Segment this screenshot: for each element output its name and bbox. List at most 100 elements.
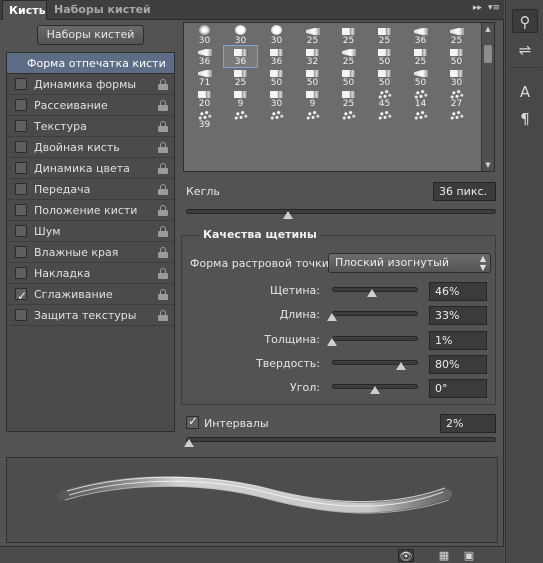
settings-item[interactable]: ✓ Сглаживание	[7, 284, 174, 305]
settings-checkbox[interactable]	[15, 78, 27, 90]
brush-tip-tile[interactable]: 14	[404, 88, 437, 109]
lock-icon[interactable]	[158, 184, 168, 195]
bristle-param-slider-thumb[interactable]	[327, 338, 337, 346]
settings-checkbox[interactable]	[15, 141, 27, 153]
settings-item[interactable]: Передача	[7, 179, 174, 200]
size-slider[interactable]	[186, 209, 496, 214]
scroll-up-icon[interactable]: ▲	[482, 23, 494, 35]
tab-brush[interactable]: Кисть	[2, 0, 47, 20]
lock-icon[interactable]	[158, 205, 168, 216]
brush-tip-tile[interactable]: 71	[188, 67, 221, 88]
brush-tip-shape-item[interactable]: Форма отпечатка кисти	[7, 53, 174, 74]
bristle-param-input[interactable]: 80%	[429, 355, 487, 374]
spacing-slider-thumb[interactable]	[184, 439, 194, 447]
lock-icon[interactable]	[158, 226, 168, 237]
brush-tip-tile[interactable]: 20	[188, 88, 221, 109]
bristle-param-input[interactable]: 1%	[429, 331, 487, 350]
brush-preview-icon[interactable]: 👁	[398, 549, 414, 563]
brush-tip-tile[interactable]: 36	[404, 25, 437, 46]
bristle-param-input[interactable]: 46%	[429, 282, 487, 301]
bristle-param-slider[interactable]	[332, 336, 418, 341]
settings-item[interactable]: Двойная кисть	[7, 137, 174, 158]
settings-checkbox[interactable]	[15, 204, 27, 216]
lock-icon[interactable]	[158, 310, 168, 321]
brush-tip-tile[interactable]: 25	[440, 25, 473, 46]
brush-tip-tile[interactable]: 32	[296, 46, 329, 67]
brush-tip-tile[interactable]: 27	[440, 88, 473, 109]
brush-presets-button[interactable]: Наборы кистей	[37, 25, 144, 45]
brush-tip-tile[interactable]: 36	[188, 46, 221, 67]
brush-tip-tile[interactable]	[332, 109, 365, 130]
grid-view-icon[interactable]: ▦	[436, 549, 452, 562]
settings-item[interactable]: Накладка	[7, 263, 174, 284]
settings-item[interactable]: Рассеивание	[7, 95, 174, 116]
settings-checkbox[interactable]: ✓	[15, 288, 27, 303]
lock-icon[interactable]	[158, 247, 168, 258]
brush-tip-tile[interactable]	[224, 109, 257, 130]
bristle-param-slider[interactable]	[332, 311, 418, 316]
scroll-thumb[interactable]	[484, 45, 492, 63]
lock-icon[interactable]	[158, 121, 168, 132]
brush-tip-tile[interactable]: 25	[332, 46, 365, 67]
brush-tip-tile[interactable]: 50	[440, 46, 473, 67]
brush-tip-tile[interactable]: 50	[368, 46, 401, 67]
brush-tip-tile[interactable]: 36	[223, 45, 258, 68]
settings-checkbox[interactable]	[15, 99, 27, 111]
brush-tip-tile[interactable]: 9	[296, 88, 329, 109]
brush-tip-tile[interactable]: 50	[260, 67, 293, 88]
settings-item[interactable]: Защита текстуры	[7, 305, 174, 326]
brush-tip-tile[interactable]	[296, 109, 329, 130]
size-input[interactable]: 36 пикс.	[433, 182, 496, 201]
paragraph-panel-icon[interactable]: ¶	[512, 107, 538, 131]
settings-checkbox[interactable]	[15, 309, 27, 321]
spacing-slider[interactable]	[186, 437, 496, 442]
character-panel-icon[interactable]: A	[512, 80, 538, 104]
brush-tip-tile[interactable]: 50	[296, 67, 329, 88]
spacing-input[interactable]: 2%	[440, 414, 496, 433]
brush-tip-tile[interactable]: 30	[260, 88, 293, 109]
brush-tip-tile[interactable]: 25	[332, 88, 365, 109]
lock-icon[interactable]	[158, 268, 168, 279]
brush-tip-tile[interactable]	[440, 109, 473, 130]
lock-icon[interactable]	[158, 163, 168, 174]
brush-tip-tile[interactable]: 30	[260, 25, 293, 46]
size-slider-thumb[interactable]	[283, 211, 294, 219]
brush-tip-tile[interactable]: 50	[332, 67, 365, 88]
brush-panel-icon[interactable]: ⚲	[512, 9, 538, 33]
lock-icon[interactable]	[158, 289, 168, 300]
brush-tip-tile[interactable]: 9	[224, 88, 257, 109]
brush-tip-tile[interactable]: 25	[332, 25, 365, 46]
spacing-checkbox[interactable]: ✓	[186, 414, 199, 429]
settings-checkbox[interactable]	[15, 225, 27, 237]
lock-icon[interactable]	[158, 79, 168, 90]
grid-scrollbar[interactable]: ▲ ▼	[481, 23, 494, 171]
brush-tip-tile[interactable]: 45	[368, 88, 401, 109]
settings-item[interactable]: Динамика формы	[7, 74, 174, 95]
bristle-param-input[interactable]: 0°	[429, 379, 487, 398]
settings-checkbox[interactable]	[15, 162, 27, 174]
collapse-icon[interactable]: ▸▸	[473, 3, 482, 13]
brush-tip-tile[interactable]: 30	[224, 25, 257, 46]
brush-tip-tile[interactable]	[404, 109, 437, 130]
brush-tip-tile[interactable]: 25	[296, 25, 329, 46]
bristle-param-slider-thumb[interactable]	[327, 313, 337, 321]
settings-item[interactable]: Влажные края	[7, 242, 174, 263]
brush-tip-tile[interactable]: 25	[224, 67, 257, 88]
settings-checkbox[interactable]	[15, 183, 27, 195]
settings-item[interactable]: Текстура	[7, 116, 174, 137]
brush-tip-tile[interactable]: 25	[404, 46, 437, 67]
new-brush-icon[interactable]: ▣	[461, 549, 477, 562]
bristle-param-input[interactable]: 33%	[429, 306, 487, 325]
panel-menu-icon[interactable]: ▾≡	[488, 3, 500, 13]
brush-tip-tile[interactable]: 36	[260, 46, 293, 67]
brush-tip-tile[interactable]: 25	[368, 25, 401, 46]
lock-icon[interactable]	[158, 100, 168, 111]
tab-brush-presets[interactable]: Наборы кистей	[48, 0, 157, 20]
brush-tip-tile[interactable]	[368, 109, 401, 130]
settings-item[interactable]: Шум	[7, 221, 174, 242]
brush-tip-tile[interactable]: 39	[188, 109, 221, 130]
brush-tip-tile[interactable]: 30	[440, 67, 473, 88]
brush-tip-tile[interactable]: 50	[404, 67, 437, 88]
settings-item[interactable]: Положение кисти	[7, 200, 174, 221]
scroll-down-icon[interactable]: ▼	[482, 159, 494, 171]
